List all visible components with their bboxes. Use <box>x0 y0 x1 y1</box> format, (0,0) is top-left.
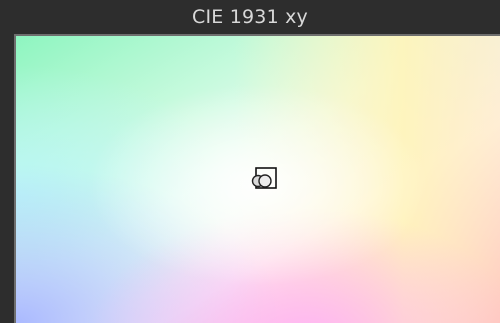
white-point-inner <box>258 174 272 188</box>
cie-chromaticity-panel: CIE 1931 xy <box>0 0 500 323</box>
white-point-marker[interactable] <box>251 167 279 191</box>
panel-title: CIE 1931 xy <box>192 6 308 28</box>
